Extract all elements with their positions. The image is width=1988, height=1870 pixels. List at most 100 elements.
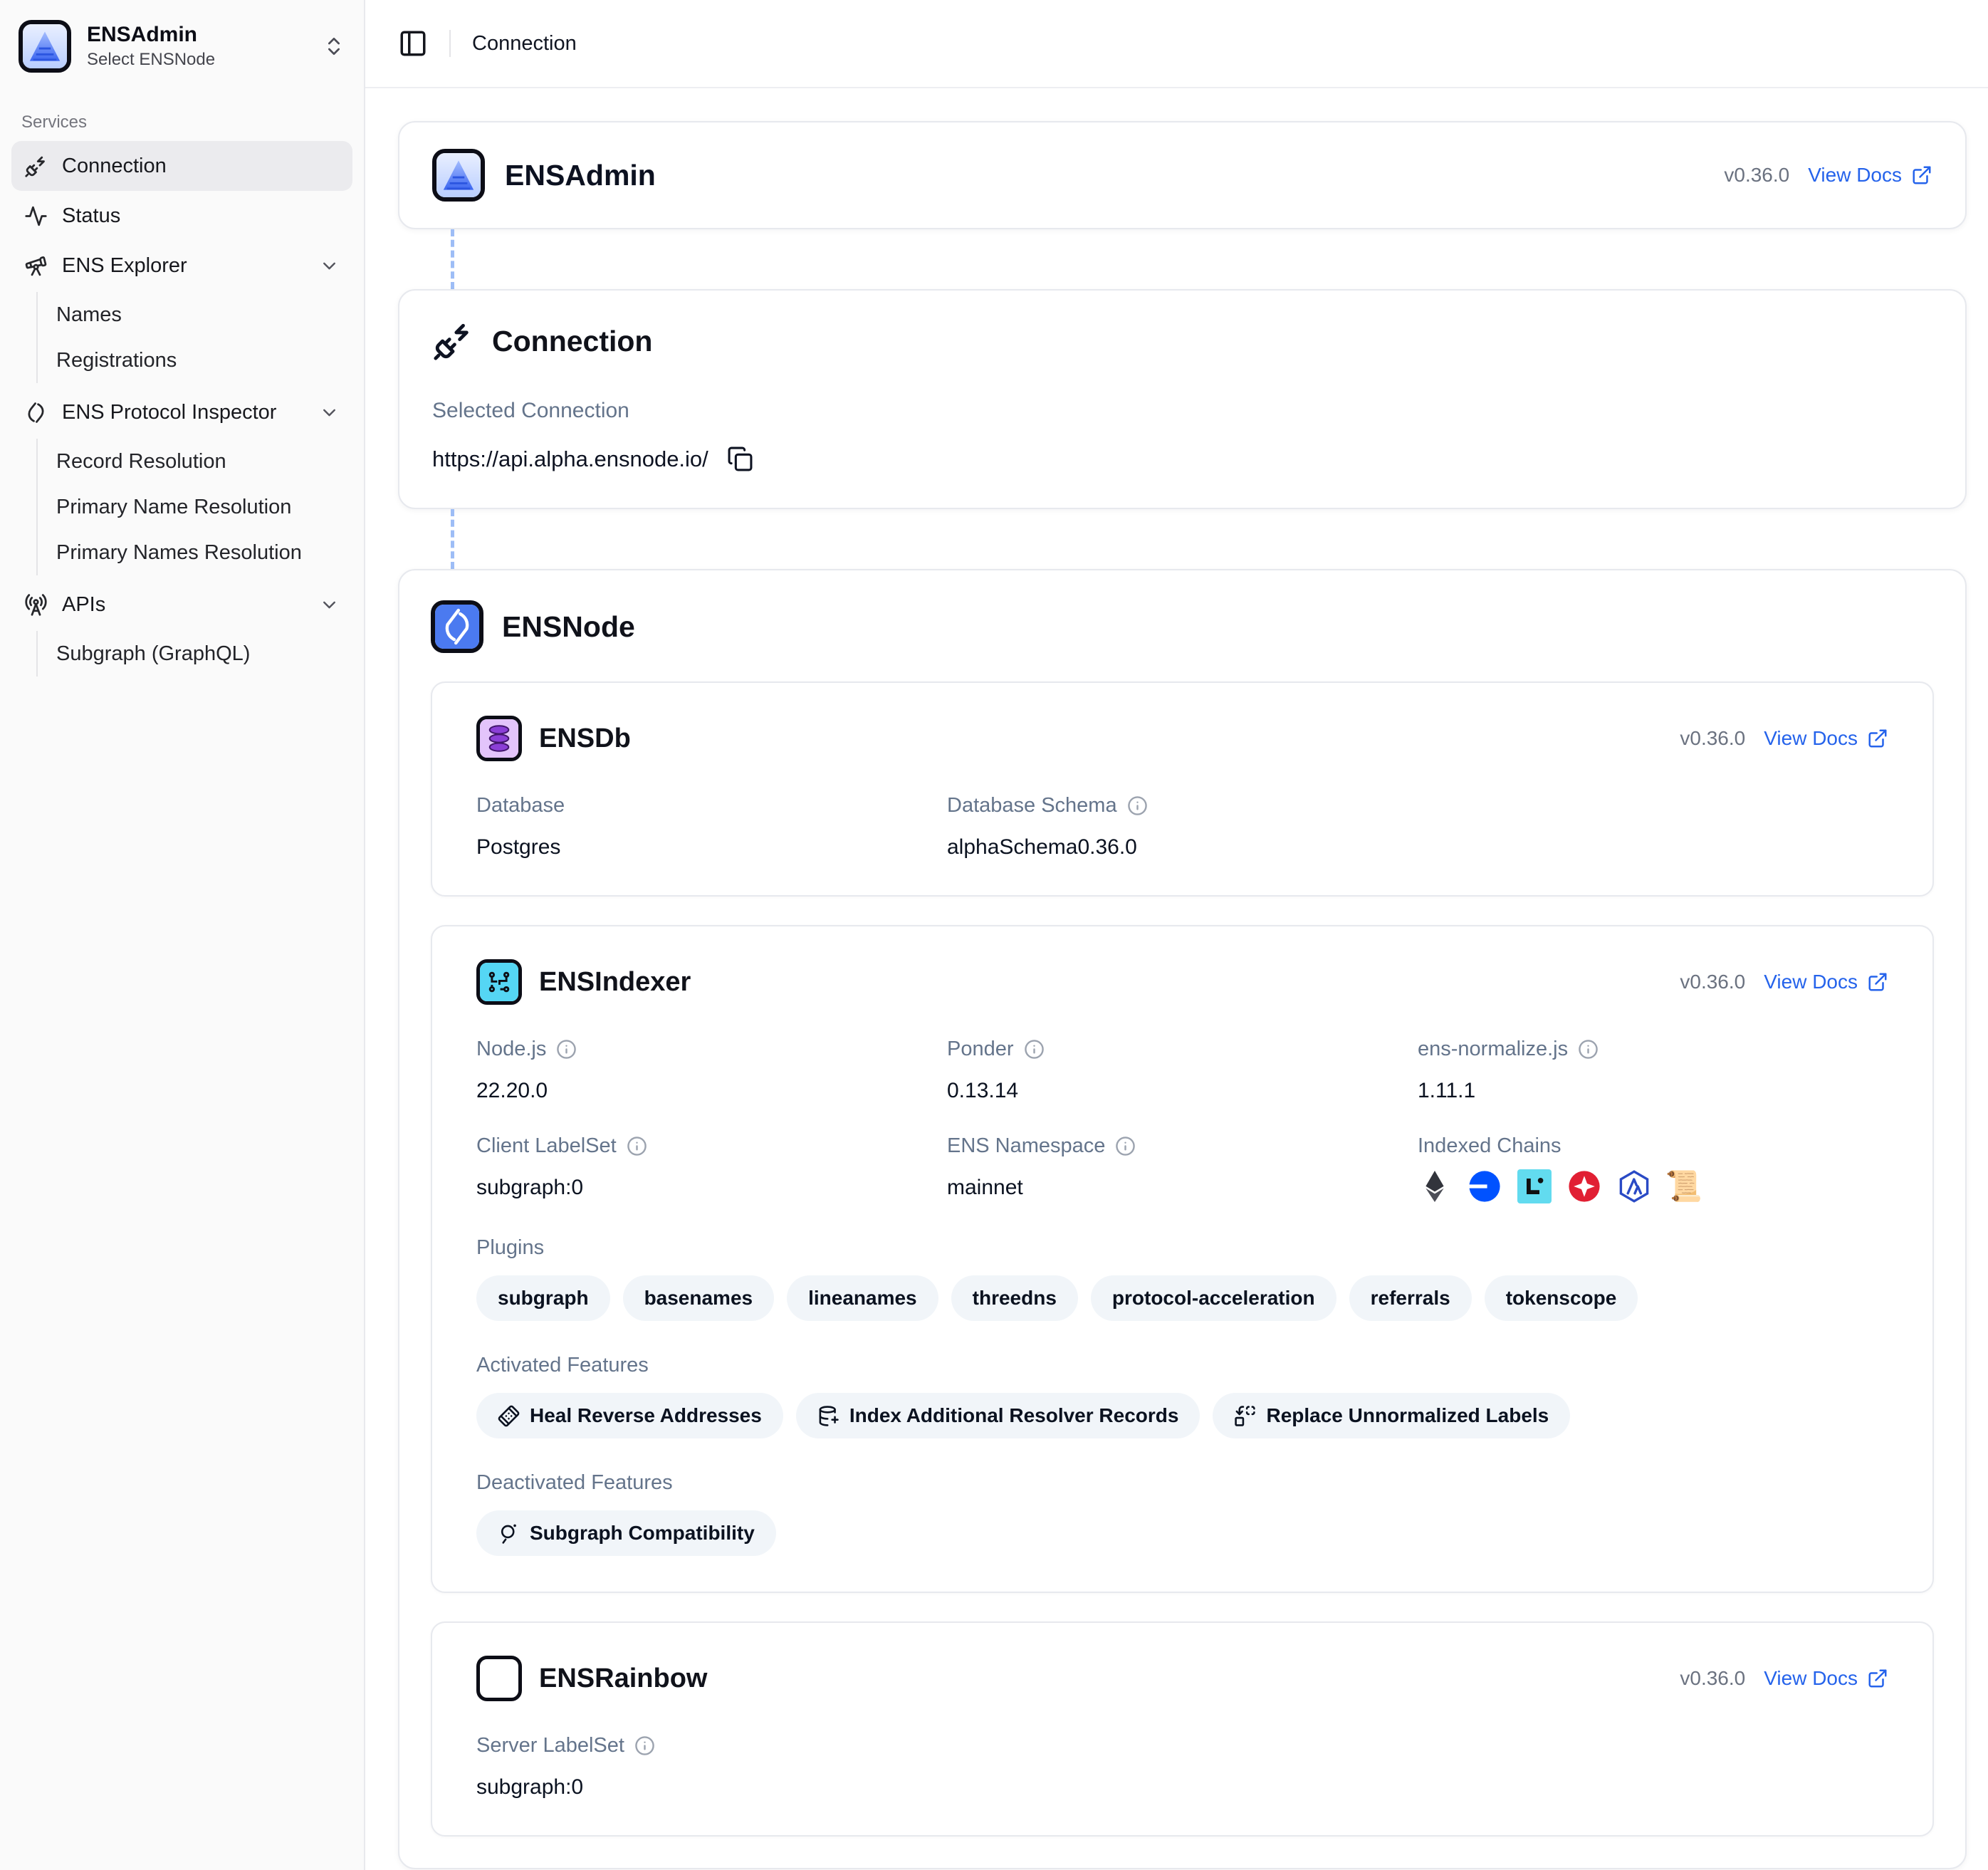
sidebar-item-apis[interactable]: APIs (11, 580, 352, 630)
plugin-pill: referrals (1349, 1275, 1472, 1321)
version-label: v0.36.0 (1680, 1667, 1745, 1690)
sidebar-item-primary-name-resolution[interactable]: Primary Name Resolution (38, 484, 352, 530)
info-icon[interactable] (1578, 1039, 1599, 1060)
sidebar-toggle-button[interactable] (398, 28, 428, 58)
ensdb-card: ENSDb v0.36.0 View Docs Dat (431, 681, 1934, 897)
feature-pill: Heal Reverse Addresses (476, 1393, 783, 1438)
info-icon[interactable] (1127, 795, 1148, 816)
sidebar-item-primary-names-resolution[interactable]: Primary Names Resolution (38, 530, 352, 575)
field-ens-normalize: ens-normalize.js 1.11.1 (1418, 1038, 1888, 1103)
version-label: v0.36.0 (1680, 971, 1745, 993)
ensrainbow-card: ENSRainbow v0.36.0 View Docs (431, 1621, 1934, 1837)
sidebar-item-names[interactable]: Names (38, 292, 352, 338)
connection-url: https://api.alpha.ensnode.io/ (432, 446, 708, 472)
sidebar-item-connection[interactable]: Connection (11, 141, 352, 191)
card-title: ENSAdmin (505, 159, 656, 192)
info-icon[interactable] (1115, 1136, 1136, 1156)
feature-pill: Subgraph Compatibility (476, 1510, 776, 1556)
base-chain-icon (1468, 1169, 1502, 1203)
feature-pill: Replace Unnormalized Labels (1213, 1393, 1570, 1438)
version-label: v0.36.0 (1724, 164, 1789, 187)
view-docs-link[interactable]: View Docs (1808, 164, 1932, 187)
copy-url-button[interactable] (727, 446, 753, 472)
field-database-schema: Database Schema alphaSchema0.36.0 (947, 794, 1418, 860)
info-icon[interactable] (556, 1039, 577, 1060)
sidebar-item-record-resolution[interactable]: Record Resolution (38, 439, 352, 484)
dashed-connector (451, 509, 454, 569)
ensrainbow-logo-icon (476, 1656, 522, 1701)
sidebar-item-subgraph-graphql[interactable]: Subgraph (GraphQL) (38, 631, 352, 677)
ens-explorer-sublist: Names Registrations (36, 292, 352, 383)
topbar-divider (449, 30, 451, 57)
app-subtitle: Select ENSNode (87, 50, 215, 70)
content: ENSAdmin v0.36.0 View Docs Connection (365, 88, 1988, 1870)
view-docs-link[interactable]: View Docs (1764, 1667, 1888, 1690)
chevron-down-icon[interactable] (319, 402, 340, 423)
plug-zap-icon (24, 155, 48, 178)
sidebar: ENSAdmin Select ENSNode Services Connect… (0, 0, 365, 1870)
field-indexed-chains: Indexed Chains (1418, 1134, 1888, 1203)
chevron-down-icon[interactable] (319, 595, 340, 615)
ens-protocol-inspector-sublist: Record Resolution Primary Name Resolutio… (36, 439, 352, 575)
external-link-icon (1867, 971, 1888, 993)
ensnode-selector-button[interactable]: ENSAdmin Select ENSNode (11, 11, 352, 81)
card-title: ENSDb (539, 724, 631, 754)
card-title: ENSNode (502, 610, 635, 644)
topbar: Connection (365, 0, 1988, 88)
ensadmin-logo-icon (432, 149, 485, 202)
sidebar-item-ens-explorer[interactable]: ENS Explorer (11, 241, 352, 291)
card-title: Connection (492, 325, 652, 358)
ensindexer-card: ENSIndexer v0.36.0 View Docs (431, 925, 1934, 1593)
activated-features-label: Activated Features (476, 1354, 1888, 1377)
sidebar-item-status[interactable]: Status (11, 191, 352, 241)
subgraph-icon (498, 1522, 520, 1545)
info-icon[interactable] (627, 1136, 647, 1156)
feature-pill: Index Additional Resolver Records (796, 1393, 1200, 1438)
arbitrum-chain-icon (1617, 1169, 1651, 1203)
plugin-pill: protocol-acceleration (1091, 1275, 1336, 1321)
radio-tower-icon (24, 593, 48, 617)
chevrons-up-down-icon (323, 35, 345, 58)
field-ens-namespace: ENS Namespace mainnet (947, 1134, 1418, 1203)
database-plus-icon (817, 1405, 839, 1427)
apis-sublist: Subgraph (GraphQL) (36, 631, 352, 677)
activity-icon (24, 204, 48, 228)
sidebar-nav: Connection Status ENS Explorer Names Reg… (11, 141, 352, 681)
ensadmin-logo-icon (19, 20, 71, 73)
sidebar-item-ens-protocol-inspector[interactable]: ENS Protocol Inspector (11, 387, 352, 437)
field-database: Database Postgres (476, 794, 947, 860)
view-docs-link[interactable]: View Docs (1764, 971, 1888, 993)
plugin-pill: subgraph (476, 1275, 610, 1321)
bandage-icon (493, 1400, 525, 1431)
replace-icon (1234, 1405, 1256, 1427)
field-ponder: Ponder 0.13.14 (947, 1038, 1418, 1103)
plugins-list: subgraph basenames lineanames threedns p… (476, 1275, 1888, 1321)
field-client-labelset: Client LabelSet subgraph:0 (476, 1134, 947, 1203)
field-server-labelset: Server LabelSet subgraph:0 (476, 1734, 947, 1800)
ethereum-chain-icon (1418, 1169, 1452, 1203)
plugin-pill: lineanames (787, 1275, 938, 1321)
external-link-icon (1867, 728, 1888, 749)
deactivated-features-list: Subgraph Compatibility (476, 1510, 1888, 1556)
info-icon[interactable] (1024, 1039, 1045, 1060)
external-link-icon (1911, 164, 1932, 186)
plug-zap-icon (432, 320, 474, 362)
field-nodejs: Node.js 22.20.0 (476, 1038, 947, 1103)
main-area: Connection ENSAdmin v0.36.0 View Docs (365, 0, 1988, 1870)
ensnode-card: ENSNode (398, 569, 1967, 1869)
connection-card: Connection Selected Connection https://a… (398, 289, 1967, 509)
app-title: ENSAdmin (87, 23, 215, 48)
sidebar-item-registrations[interactable]: Registrations (38, 338, 352, 383)
view-docs-link[interactable]: View Docs (1764, 727, 1888, 750)
deactivated-features-label: Deactivated Features (476, 1471, 1888, 1495)
card-title: ENSRainbow (539, 1663, 707, 1694)
scroll-chain-icon: 📜 (1667, 1169, 1701, 1203)
external-link-icon (1867, 1668, 1888, 1689)
plugin-pill: tokenscope (1485, 1275, 1638, 1321)
selected-connection-label: Selected Connection (432, 399, 1932, 423)
card-title: ENSIndexer (539, 967, 691, 998)
chevron-down-icon[interactable] (319, 256, 340, 276)
telescope-icon (24, 254, 48, 278)
optimism-chain-icon (1567, 1169, 1601, 1203)
info-icon[interactable] (634, 1735, 655, 1756)
